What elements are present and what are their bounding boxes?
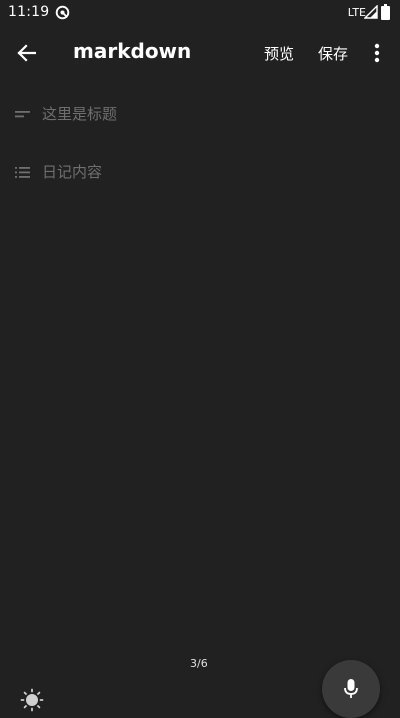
microphone-icon — [344, 679, 358, 698]
short-text-icon — [15, 111, 30, 118]
body-field-row — [14, 158, 384, 186]
save-button[interactable]: 保存 — [318, 43, 348, 64]
more-options-button[interactable] — [367, 40, 387, 66]
brightness-icon[interactable] — [20, 688, 44, 712]
back-button[interactable] — [12, 39, 40, 67]
app-bar: markdown 预览 保存 — [0, 26, 400, 80]
app-notification-icon — [55, 5, 70, 20]
signal-icon — [364, 5, 378, 19]
preview-button[interactable]: 预览 — [264, 43, 294, 64]
page-title: markdown — [73, 39, 192, 63]
arrow-back-icon — [17, 44, 36, 62]
voice-input-button[interactable] — [322, 660, 380, 718]
status-time: 11:19 — [8, 4, 50, 20]
more-vert-icon — [374, 43, 380, 63]
body-input[interactable] — [42, 160, 382, 184]
list-icon — [15, 167, 30, 178]
page-counter: 3/6 — [190, 657, 208, 670]
title-input[interactable] — [42, 102, 382, 126]
editor-area — [0, 80, 400, 711]
battery-icon — [381, 4, 390, 20]
title-field-row — [14, 100, 384, 128]
status-bar: 11:19 LTE — [0, 0, 400, 26]
